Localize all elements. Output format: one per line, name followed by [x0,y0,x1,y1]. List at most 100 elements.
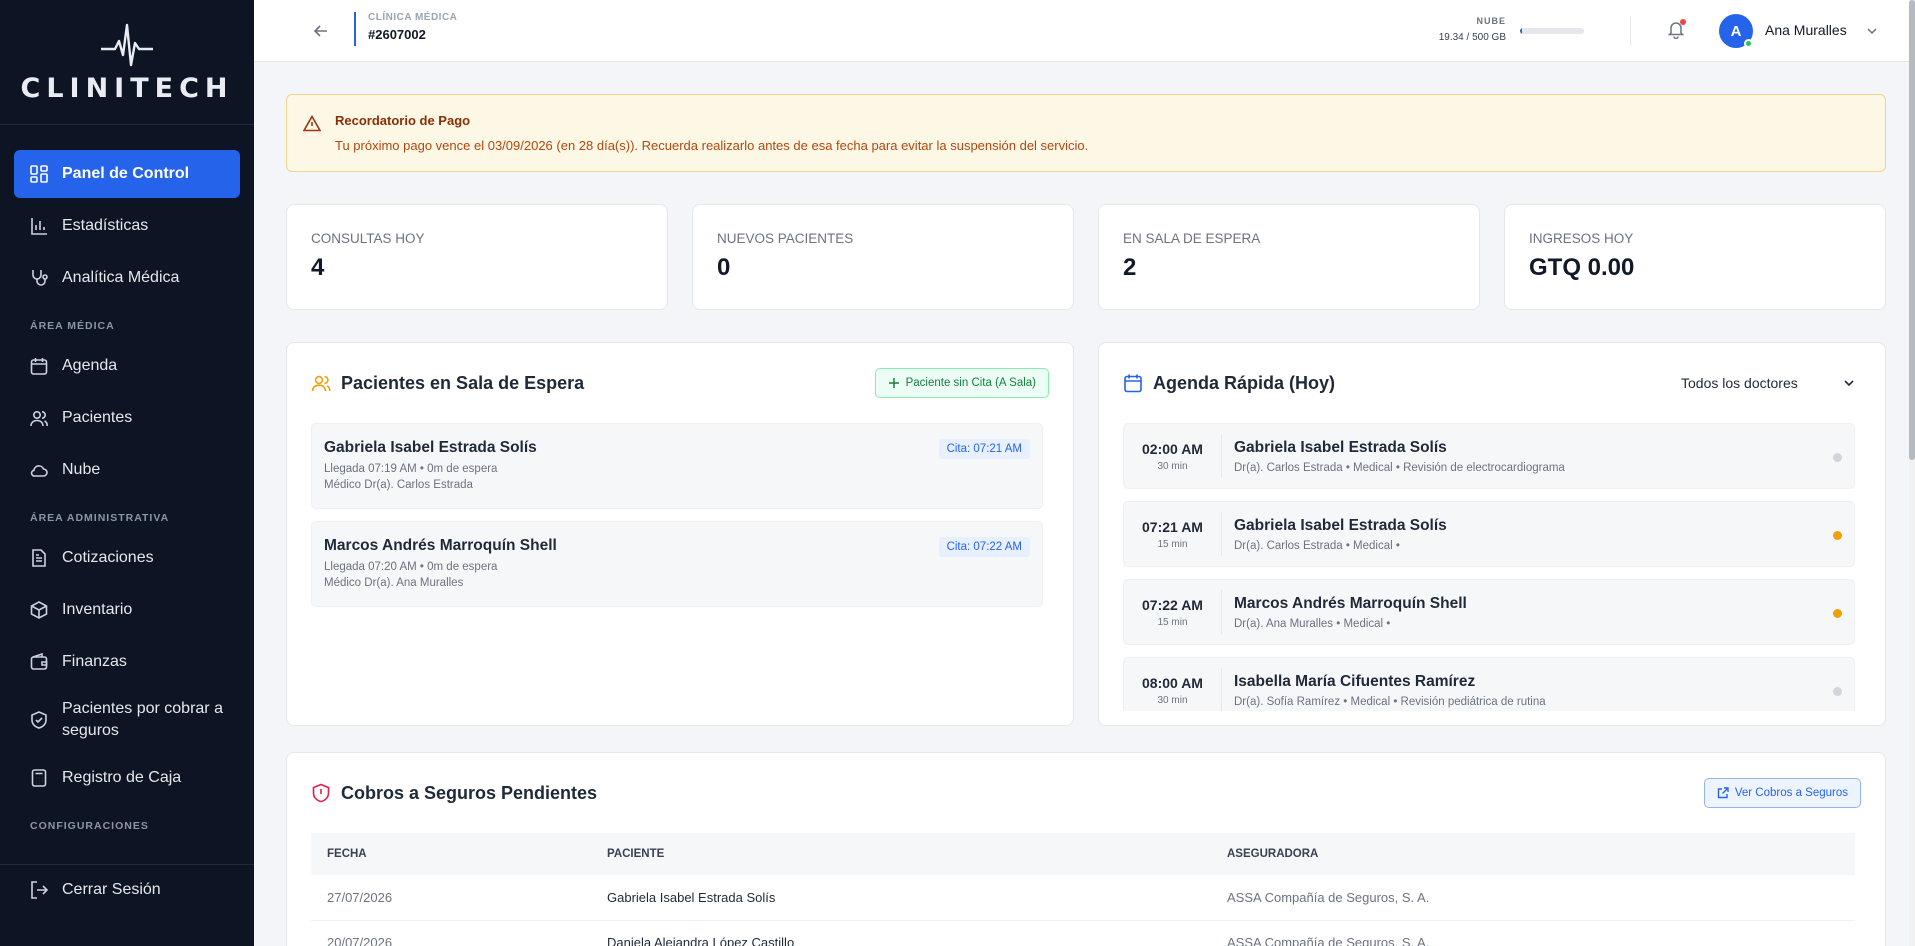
document-icon [30,549,48,567]
table-header-row: FECHA PACIENTE ASEGURADORA [311,833,1855,875]
column-header-paciente[interactable]: PACIENTE [591,833,1211,875]
stat-value: 0 [717,254,731,281]
stats-row: CONSULTAS HOY 4 NUEVOS PACIENTES 0 EN SA… [286,204,1886,310]
cloud-icon [30,461,48,479]
list-item[interactable]: 08:00 AM 30 min Isabella María Cifuentes… [1123,657,1855,711]
sidebar-item-label: Panel de Control [62,165,190,182]
list-item[interactable]: Gabriela Isabel Estrada Solís Llegada 07… [311,423,1043,509]
sidebar-item-nube[interactable]: Nube [14,446,240,494]
appointment-hour: 02:00 AM [1142,440,1203,457]
appointment-badge: Cita: 07:22 AM [938,537,1030,557]
cloud-label: NUBE [1476,16,1506,26]
table-row[interactable]: 27/07/2026 Gabriela Isabel Estrada Solís… [311,875,1855,921]
sidebar-item-estadisticas[interactable]: Estadísticas [14,202,240,250]
sidebar-item-registro-de-caja[interactable]: Registro de Caja [14,754,240,802]
cell-patient: Gabriela Isabel Estrada Solís [591,875,1211,921]
appointment-body: Marcos Andrés Marroquín Shell Dr(a). Ana… [1222,595,1467,630]
sidebar-item-panel-de-control[interactable]: Panel de Control [14,150,240,198]
sidebar-item-label: Pacientes por cobrar a seguros [62,700,223,739]
appointment-details: Dr(a). Carlos Estrada • Medical • Revisi… [1234,461,1565,474]
appointment-time: 08:00 AM 30 min [1124,668,1222,711]
patient-doctor: Médico Dr(a). Ana Muralles [324,577,464,589]
agenda-list[interactable]: 02:00 AM 30 min Gabriela Isabel Estrada … [1123,423,1855,711]
calculator-icon [30,769,48,787]
cell-date: 20/07/2026 [311,920,591,946]
doctor-filter-select[interactable]: Todos los doctores [1681,375,1861,391]
scrollbar-thumb[interactable] [1909,0,1915,460]
sidebar-item-label: Registro de Caja [62,769,182,786]
quick-agenda-card: Agenda Rápida (Hoy) Todos los doctores 0… [1098,342,1886,726]
sidebar-item-cotizaciones[interactable]: Cotizaciones [14,534,240,582]
appointment-time: 07:22 AM 15 min [1124,590,1222,634]
appointment-details: Dr(a). Ana Muralles • Medical • [1234,617,1391,630]
stat-card-ingresos: INGRESOS HOY GTQ 0.00 [1504,204,1886,310]
back-button[interactable] [310,20,332,42]
patient-name: Isabella María Cifuentes Ramírez [1234,672,1476,690]
logout-icon [30,881,49,899]
clinic-label: CLÍNICA MÉDICA [368,12,458,23]
stat-value: 2 [1123,254,1137,281]
patient-arrival: Llegada 07:19 AM • 0m de espera [324,463,498,475]
cell-insurer: ASSA Compañía de Seguros, S. A. [1211,875,1855,921]
stat-card-consultas: CONSULTAS HOY 4 [286,204,668,310]
sidebar-nav: Panel de Control Estadísticas Analítica … [0,125,254,842]
sidebar-item-agenda[interactable]: Agenda [14,342,240,390]
wallet-icon [30,653,48,671]
button-label: Paciente sin Cita (A Sala) [905,377,1036,389]
plus-icon [888,377,900,389]
list-item[interactable]: 07:22 AM 15 min Marcos Andrés Marroquín … [1123,579,1855,645]
list-item[interactable]: 02:00 AM 30 min Gabriela Isabel Estrada … [1123,423,1855,489]
card-header: Agenda Rápida (Hoy) Todos los doctores [1099,343,1885,423]
sidebar-item-pacientes-por-cobrar[interactable]: Pacientes por cobrar a seguros [14,690,240,750]
sidebar: CLINITECH Panel de Control Estadísticas … [0,0,254,946]
clinic-id: #2607002 [368,27,426,42]
status-dot [1833,531,1842,540]
scrollbar-track[interactable] [1909,0,1915,946]
section-medical-label: ÁREA MÉDICA [30,320,115,332]
sidebar-item-label: Agenda [62,357,118,374]
add-walk-in-patient-button[interactable]: Paciente sin Cita (A Sala) [874,368,1049,398]
column-header-aseguradora[interactable]: ASEGURADORA [1211,833,1855,875]
stethoscope-icon [30,269,48,287]
stat-card-nuevos-pacientes: NUEVOS PACIENTES 0 [692,204,1074,310]
list-item[interactable]: Marcos Andrés Marroquín Shell Llegada 07… [311,521,1043,607]
list-item[interactable]: 07:21 AM 15 min Gabriela Isabel Estrada … [1123,501,1855,567]
table-row[interactable]: 20/07/2026 Daniela Alejandra López Casti… [311,920,1855,946]
sidebar-item-pacientes[interactable]: Pacientes [14,394,240,442]
chevron-down-icon [1867,28,1877,35]
calendar-icon [30,357,48,375]
sidebar-item-finanzas[interactable]: Finanzas [14,638,240,686]
sidebar-item-inventario[interactable]: Inventario [14,586,240,634]
sidebar-item-label: Estadísticas [62,217,149,234]
users-icon [311,373,331,393]
brand-logo[interactable]: CLINITECH [0,0,254,125]
cloud-usage-bar [1520,28,1584,34]
insurance-table: FECHA PACIENTE ASEGURADORA 27/07/2026 Ga… [311,833,1855,946]
clinic-info: CLÍNICA MÉDICA #2607002 [354,12,457,46]
view-insurance-charges-button[interactable]: Ver Cobros a Seguros [1703,778,1861,808]
sidebar-item-analitica-medica[interactable]: Analítica Médica [14,254,240,302]
user-menu-toggle[interactable] [1866,24,1878,36]
stat-card-sala-de-espera: EN SALA DE ESPERA 2 [1098,204,1480,310]
card-header: Cobros a Seguros Pendientes Ver Cobros a… [287,753,1885,833]
sidebar-item-label: Analítica Médica [62,269,180,286]
sidebar-item-label: Cotizaciones [62,549,154,566]
notifications-button[interactable] [1666,19,1686,40]
user-name[interactable]: Ana Muralles [1765,22,1847,38]
stat-label: INGRESOS HOY [1529,231,1634,246]
avatar[interactable]: A [1719,14,1753,48]
appointment-body: Gabriela Isabel Estrada Solís Dr(a). Car… [1222,517,1447,552]
card-title: Pacientes en Sala de Espera [341,372,585,393]
payment-reminder-alert: Recordatorio de Pago Tu próximo pago ven… [286,94,1886,172]
notification-badge [1680,19,1686,25]
waiting-room-card: Pacientes en Sala de Espera Paciente sin… [286,342,1074,726]
avatar-initial: A [1730,22,1742,40]
doctor-filter-value: Todos los doctores [1681,375,1798,391]
dashboard-icon [30,165,48,183]
sidebar-item-label: Inventario [62,601,133,618]
button-label: Ver Cobros a Seguros [1734,787,1848,799]
shield-check-icon [30,711,48,729]
column-header-fecha[interactable]: FECHA [311,833,591,875]
logout-button[interactable]: Cerrar Sesión [14,866,240,914]
sidebar-item-label: Nube [62,461,101,478]
